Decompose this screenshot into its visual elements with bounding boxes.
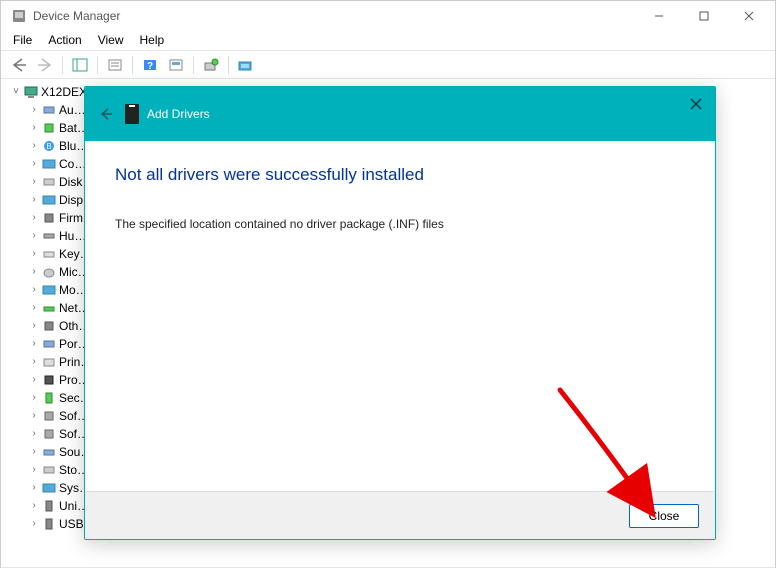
back-button[interactable] bbox=[7, 54, 31, 76]
device-category-icon bbox=[41, 372, 57, 388]
device-category-icon bbox=[41, 462, 57, 478]
expand-icon[interactable]: › bbox=[27, 335, 41, 353]
add-drivers-dialog: Add Drivers Not all drivers were success… bbox=[84, 86, 716, 540]
dialog-message: The specified location contained no driv… bbox=[115, 217, 685, 231]
expand-icon[interactable]: › bbox=[27, 389, 41, 407]
add-hardware-button[interactable] bbox=[234, 54, 258, 76]
expand-icon[interactable]: › bbox=[27, 371, 41, 389]
expand-icon[interactable]: › bbox=[27, 173, 41, 191]
expand-icon[interactable]: › bbox=[27, 461, 41, 479]
device-category-icon bbox=[41, 300, 57, 316]
device-category-icon bbox=[41, 336, 57, 352]
device-category-icon bbox=[41, 192, 57, 208]
dialog-close-x[interactable] bbox=[685, 93, 707, 115]
toolbar: ? bbox=[1, 51, 775, 79]
device-category-icon bbox=[41, 156, 57, 172]
maximize-button[interactable] bbox=[681, 1, 726, 31]
device-category-icon bbox=[41, 480, 57, 496]
expand-icon[interactable]: › bbox=[27, 479, 41, 497]
expand-icon[interactable]: › bbox=[27, 281, 41, 299]
statusbar bbox=[1, 567, 775, 587]
tree-item-label: Hu… bbox=[59, 227, 86, 245]
expand-icon[interactable]: › bbox=[27, 119, 41, 137]
expand-icon[interactable]: › bbox=[27, 191, 41, 209]
svg-text:?: ? bbox=[147, 61, 153, 72]
device-category-icon bbox=[41, 282, 57, 298]
app-icon bbox=[11, 8, 27, 24]
device-category-icon bbox=[41, 444, 57, 460]
tree-item-label: Co… bbox=[59, 155, 86, 173]
menu-action[interactable]: Action bbox=[40, 31, 89, 50]
expand-icon[interactable]: › bbox=[27, 443, 41, 461]
tree-root-label: X12DEX bbox=[41, 83, 87, 101]
expand-icon[interactable]: › bbox=[27, 155, 41, 173]
dialog-body: Not all drivers were successfully instal… bbox=[85, 141, 715, 491]
device-category-icon bbox=[41, 318, 57, 334]
collapse-icon[interactable]: ˅ bbox=[9, 83, 23, 101]
device-category-icon bbox=[41, 426, 57, 442]
menubar: File Action View Help bbox=[1, 31, 775, 51]
menu-help[interactable]: Help bbox=[132, 31, 173, 50]
svg-text:B: B bbox=[46, 142, 51, 151]
device-category-icon bbox=[41, 264, 57, 280]
help-button[interactable]: ? bbox=[138, 54, 162, 76]
expand-icon[interactable]: › bbox=[27, 497, 41, 515]
close-window-button[interactable] bbox=[726, 1, 771, 31]
expand-icon[interactable]: › bbox=[27, 317, 41, 335]
device-category-icon bbox=[41, 210, 57, 226]
expand-icon[interactable]: › bbox=[27, 227, 41, 245]
expand-icon[interactable]: › bbox=[27, 353, 41, 371]
window-title: Device Manager bbox=[33, 9, 636, 23]
dialog-back-button[interactable] bbox=[95, 103, 117, 125]
device-category-icon bbox=[41, 174, 57, 190]
toolbar-icon-1[interactable] bbox=[164, 54, 188, 76]
expand-icon[interactable]: › bbox=[27, 425, 41, 443]
expand-icon[interactable]: › bbox=[27, 137, 41, 155]
dialog-title: Add Drivers bbox=[147, 107, 210, 121]
dialog-footer: Close bbox=[85, 491, 715, 539]
dialog-header: Add Drivers bbox=[85, 87, 715, 141]
menu-view[interactable]: View bbox=[90, 31, 132, 50]
scan-hardware-button[interactable] bbox=[199, 54, 223, 76]
device-category-icon bbox=[41, 120, 57, 136]
expand-icon[interactable]: › bbox=[27, 407, 41, 425]
driver-icon bbox=[125, 104, 139, 124]
device-category-icon bbox=[41, 102, 57, 118]
minimize-button[interactable] bbox=[636, 1, 681, 31]
device-category-icon bbox=[41, 246, 57, 262]
window-controls bbox=[636, 1, 771, 31]
device-category-icon bbox=[41, 228, 57, 244]
expand-icon[interactable]: › bbox=[27, 245, 41, 263]
device-category-icon: B bbox=[41, 138, 57, 154]
device-category-icon bbox=[41, 390, 57, 406]
dialog-heading: Not all drivers were successfully instal… bbox=[115, 165, 685, 185]
device-category-icon bbox=[41, 408, 57, 424]
forward-button[interactable] bbox=[33, 54, 57, 76]
expand-icon[interactable]: › bbox=[27, 299, 41, 317]
expand-icon[interactable]: › bbox=[27, 263, 41, 281]
expand-icon[interactable]: › bbox=[27, 515, 41, 533]
expand-icon[interactable]: › bbox=[27, 101, 41, 119]
titlebar: Device Manager bbox=[1, 1, 775, 31]
menu-file[interactable]: File bbox=[5, 31, 40, 50]
tree-item-label: Au… bbox=[59, 101, 86, 119]
show-hide-tree-button[interactable] bbox=[68, 54, 92, 76]
expand-icon[interactable]: › bbox=[27, 209, 41, 227]
device-category-icon bbox=[41, 354, 57, 370]
computer-icon bbox=[23, 84, 39, 100]
close-button[interactable]: Close bbox=[629, 504, 699, 528]
properties-button[interactable] bbox=[103, 54, 127, 76]
device-category-icon bbox=[41, 498, 57, 514]
device-category-icon bbox=[41, 516, 57, 532]
